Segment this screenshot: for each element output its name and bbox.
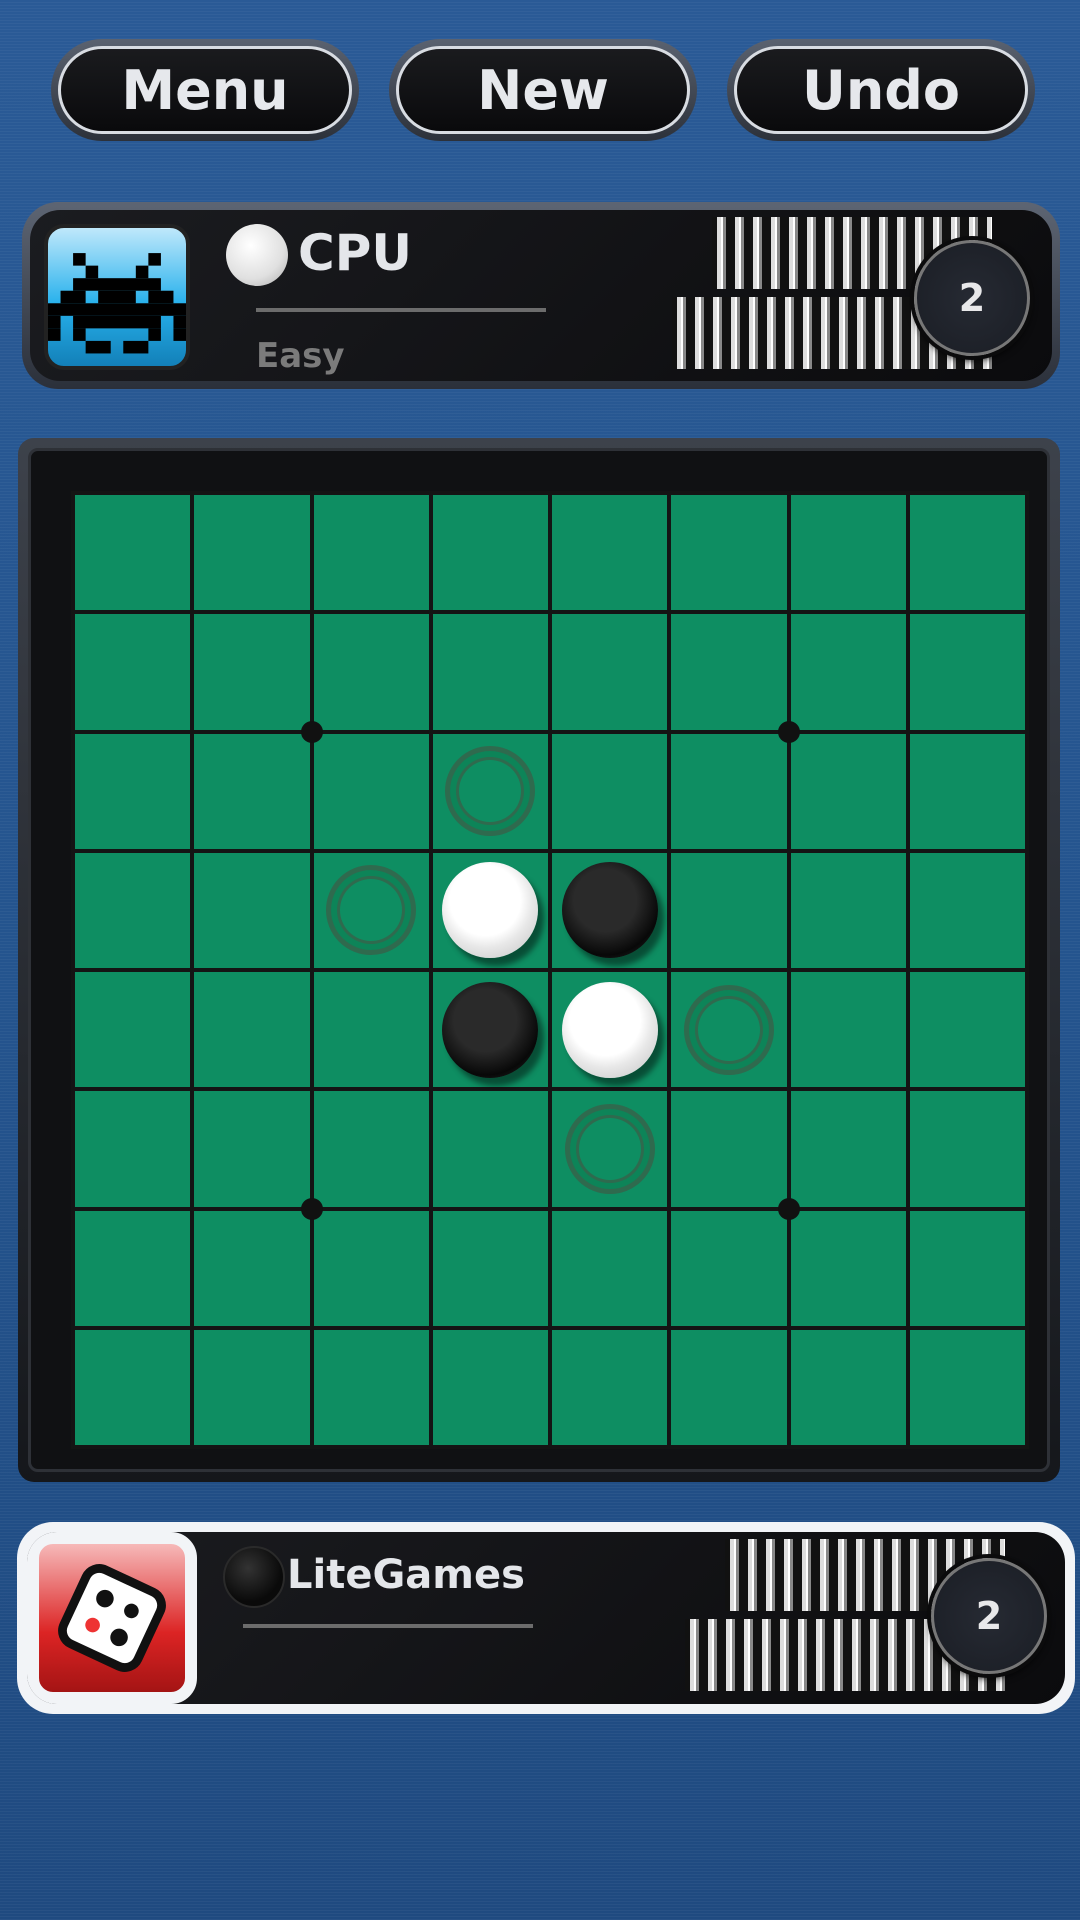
board-cell[interactable] bbox=[313, 495, 429, 611]
board-cell[interactable] bbox=[790, 1210, 906, 1326]
board-cell[interactable] bbox=[75, 1329, 191, 1445]
legal-move-hint[interactable] bbox=[445, 746, 536, 837]
opponent-panel: CPU Easy 2 bbox=[22, 202, 1060, 389]
menu-label: Menu bbox=[58, 46, 352, 134]
legal-move-hint[interactable] bbox=[683, 984, 774, 1075]
new-label: New bbox=[396, 46, 690, 134]
board-cell[interactable] bbox=[790, 733, 906, 849]
board-cell[interactable] bbox=[790, 852, 906, 968]
board-cell[interactable] bbox=[432, 852, 548, 968]
board-cell[interactable] bbox=[909, 972, 1025, 1088]
board-cell[interactable] bbox=[671, 852, 787, 968]
board-cell[interactable] bbox=[313, 733, 429, 849]
board-cell[interactable] bbox=[313, 614, 429, 730]
board-cell[interactable] bbox=[790, 1329, 906, 1445]
board-cell[interactable] bbox=[671, 495, 787, 611]
board-cell[interactable] bbox=[552, 614, 668, 730]
opponent-score: 2 bbox=[914, 240, 1030, 356]
board-cell[interactable] bbox=[75, 1091, 191, 1207]
board-cell[interactable] bbox=[790, 495, 906, 611]
board-cell[interactable] bbox=[75, 495, 191, 611]
opponent-name: CPU bbox=[298, 224, 412, 282]
board-cell[interactable] bbox=[909, 1329, 1025, 1445]
undo-button[interactable]: Undo bbox=[727, 39, 1035, 141]
board-cell[interactable] bbox=[552, 972, 668, 1088]
legal-move-hint[interactable] bbox=[564, 1103, 655, 1194]
undo-label: Undo bbox=[734, 46, 1028, 134]
black-disc-icon bbox=[223, 1546, 285, 1608]
board-cell[interactable] bbox=[909, 495, 1025, 611]
board-cell[interactable] bbox=[671, 1091, 787, 1207]
board-cell[interactable] bbox=[552, 1091, 668, 1207]
board-cell[interactable] bbox=[432, 1210, 548, 1326]
board-cell[interactable] bbox=[313, 1329, 429, 1445]
opponent-level: Easy bbox=[256, 336, 345, 376]
board-grid bbox=[71, 491, 1029, 1449]
board-cell[interactable] bbox=[75, 733, 191, 849]
star-point bbox=[777, 1197, 800, 1220]
board-cell[interactable] bbox=[194, 614, 310, 730]
board-cell[interactable] bbox=[671, 972, 787, 1088]
board-cell[interactable] bbox=[313, 972, 429, 1088]
white-piece bbox=[442, 862, 539, 959]
dice-icon bbox=[27, 1532, 197, 1704]
board-cell[interactable] bbox=[552, 1329, 668, 1445]
white-piece bbox=[561, 981, 658, 1078]
board-cell[interactable] bbox=[790, 972, 906, 1088]
board-cell[interactable] bbox=[552, 733, 668, 849]
board-cell[interactable] bbox=[75, 852, 191, 968]
board-cell[interactable] bbox=[552, 852, 668, 968]
board-cell[interactable] bbox=[194, 852, 310, 968]
board-cell[interactable] bbox=[432, 614, 548, 730]
board-cell[interactable] bbox=[194, 1210, 310, 1326]
star-point bbox=[777, 720, 800, 743]
new-game-button[interactable]: New bbox=[389, 39, 697, 141]
board-cell[interactable] bbox=[313, 1210, 429, 1326]
player-score: 2 bbox=[931, 1558, 1047, 1674]
black-piece bbox=[561, 862, 658, 959]
board-cell[interactable] bbox=[75, 614, 191, 730]
board-cell[interactable] bbox=[671, 614, 787, 730]
space-invader-icon bbox=[44, 224, 190, 370]
board-cell[interactable] bbox=[671, 733, 787, 849]
star-point bbox=[300, 1197, 323, 1220]
board-cell[interactable] bbox=[194, 733, 310, 849]
board-cell[interactable] bbox=[432, 1329, 548, 1445]
board-cell[interactable] bbox=[909, 1091, 1025, 1207]
board-cell[interactable] bbox=[432, 1091, 548, 1207]
white-disc-icon bbox=[226, 224, 288, 286]
board-cell[interactable] bbox=[909, 614, 1025, 730]
board-cell[interactable] bbox=[432, 495, 548, 611]
board-cell[interactable] bbox=[75, 972, 191, 1088]
board-cell[interactable] bbox=[432, 733, 548, 849]
board-cell[interactable] bbox=[432, 972, 548, 1088]
board-cell[interactable] bbox=[909, 733, 1025, 849]
divider bbox=[256, 308, 546, 312]
board-cell[interactable] bbox=[313, 852, 429, 968]
board-cell[interactable] bbox=[909, 1210, 1025, 1326]
board-cell[interactable] bbox=[194, 1091, 310, 1207]
board-cell[interactable] bbox=[313, 1091, 429, 1207]
board-cell[interactable] bbox=[194, 1329, 310, 1445]
board-cell[interactable] bbox=[790, 614, 906, 730]
board-cell[interactable] bbox=[671, 1210, 787, 1326]
star-point bbox=[300, 720, 323, 743]
board-cell[interactable] bbox=[194, 972, 310, 1088]
player-panel: LiteGames 2 bbox=[17, 1522, 1075, 1714]
board-cell[interactable] bbox=[75, 1210, 191, 1326]
legal-move-hint[interactable] bbox=[326, 865, 417, 956]
board-cell[interactable] bbox=[552, 495, 668, 611]
board-cell[interactable] bbox=[671, 1329, 787, 1445]
player-name: LiteGames bbox=[287, 1552, 525, 1598]
divider bbox=[243, 1624, 533, 1628]
game-board bbox=[18, 438, 1060, 1482]
board-cell[interactable] bbox=[909, 852, 1025, 968]
board-cell[interactable] bbox=[552, 1210, 668, 1326]
board-cell[interactable] bbox=[194, 495, 310, 611]
menu-button[interactable]: Menu bbox=[51, 39, 359, 141]
black-piece bbox=[442, 981, 539, 1078]
board-cell[interactable] bbox=[790, 1091, 906, 1207]
